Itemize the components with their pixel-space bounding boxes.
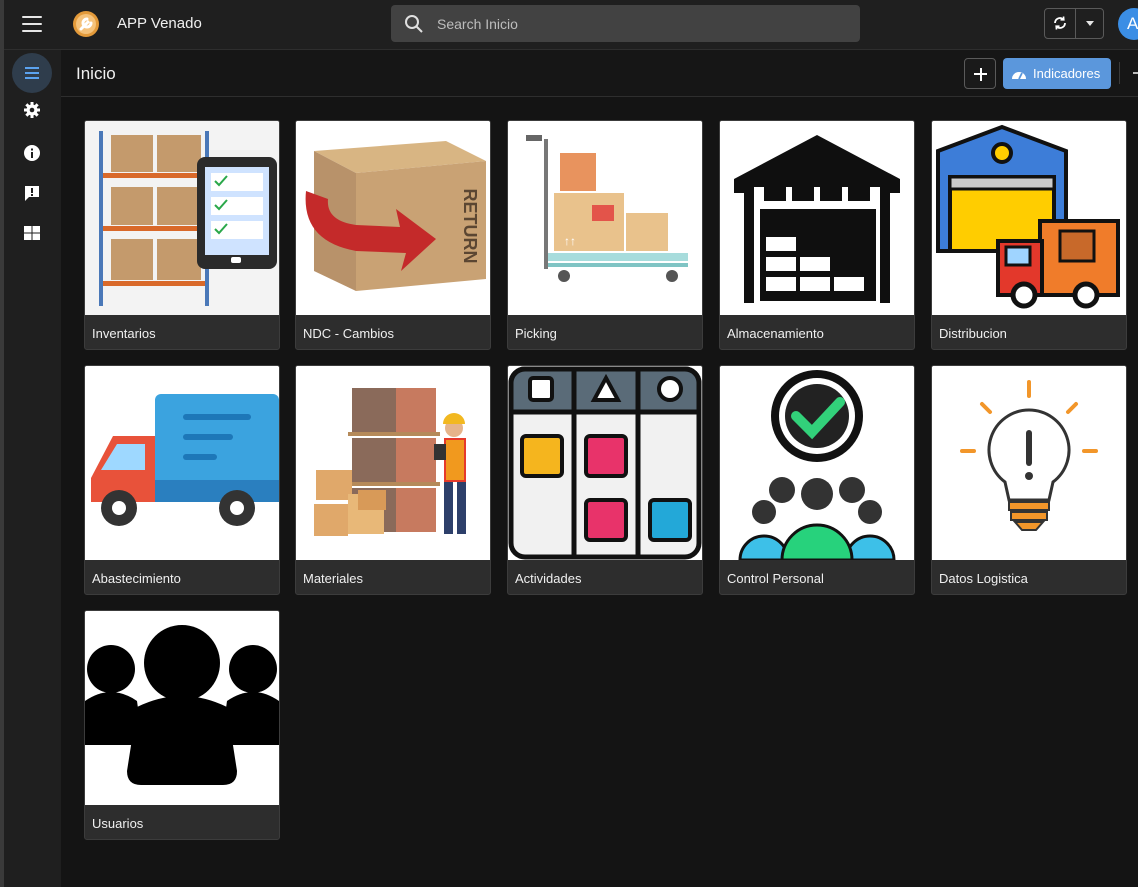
warehouse-truck-image: [932, 121, 1126, 315]
tile-actividades[interactable]: Actividades: [507, 365, 703, 595]
feedback-icon: [25, 186, 39, 201]
return-box-image: RETURN: [296, 121, 490, 315]
tile-usuarios[interactable]: Usuarios: [84, 610, 280, 840]
sync-button[interactable]: [1045, 9, 1076, 38]
user-avatar[interactable]: A: [1118, 8, 1138, 40]
tile-label: Picking: [515, 326, 557, 341]
sidebar-item-list[interactable]: [12, 53, 52, 93]
search-input[interactable]: [437, 5, 837, 42]
indicators-button[interactable]: Indicadores: [1003, 58, 1111, 89]
tile-almacenamiento[interactable]: Almacenamiento: [719, 120, 915, 350]
add-button[interactable]: [964, 58, 996, 89]
tile-abastecimiento[interactable]: Abastecimiento: [84, 365, 280, 595]
tile-inventarios[interactable]: Inventarios: [84, 120, 280, 350]
tile-picking[interactable]: ↑↑ Picking: [507, 120, 703, 350]
worker-boxes-image: [296, 366, 490, 560]
page-header: Inicio Indicadores: [61, 50, 1138, 97]
svg-text:↑↑: ↑↑: [564, 234, 576, 248]
tile-label: Actividades: [515, 571, 582, 586]
kanban-board-image: [508, 366, 702, 560]
tile-label: Abastecimiento: [92, 571, 181, 586]
tile-ndc-cambios[interactable]: RETURN NDC - Cambios: [295, 120, 491, 350]
app-title: APP Venado: [117, 15, 202, 32]
indicators-label: Indicadores: [1033, 66, 1101, 81]
gear-icon: [24, 102, 40, 118]
grid-icon: [24, 226, 40, 240]
inventory-shelf-tablet-image: [85, 121, 279, 315]
return-box-text: RETURN: [460, 189, 480, 264]
tile-distribucion[interactable]: Distribucion: [931, 120, 1127, 350]
tile-label: Almacenamiento: [727, 326, 824, 341]
top-app-bar: APP Venado A: [4, 0, 1138, 50]
lightbulb-image: [932, 366, 1126, 560]
search-icon: [405, 15, 423, 33]
sidebar-item-dashboard[interactable]: [12, 213, 52, 253]
tile-label: Inventarios: [92, 326, 156, 341]
app-logo-icon: [73, 11, 99, 37]
search-box[interactable]: [391, 5, 860, 42]
warehouse-image: [720, 121, 914, 315]
sidebar-item-info[interactable]: [12, 133, 52, 173]
cart-boxes-image: ↑↑: [508, 121, 702, 315]
tile-label: Materiales: [303, 571, 363, 586]
hamburger-menu-icon[interactable]: [22, 16, 42, 32]
info-icon: [24, 145, 40, 161]
toolbar-divider: [1119, 62, 1120, 84]
tile-materiales[interactable]: Materiales: [295, 365, 491, 595]
page-title: Inicio: [76, 64, 116, 83]
tile-control-personal[interactable]: Control Personal: [719, 365, 915, 595]
tile-datos-logistica[interactable]: Datos Logistica: [931, 365, 1127, 595]
tile-label: Usuarios: [92, 816, 144, 831]
sync-icon: [1054, 16, 1066, 30]
sync-button-group: [1044, 8, 1104, 39]
team-check-image: [720, 366, 914, 560]
sidebar: [4, 50, 61, 887]
tile-label: NDC - Cambios: [303, 326, 395, 341]
list-icon: [25, 67, 39, 79]
sidebar-item-settings[interactable]: [12, 90, 52, 130]
tile-label: Distribucion: [939, 326, 1007, 341]
gauge-icon: [1012, 72, 1026, 80]
users-group-image: [85, 611, 279, 805]
tile-label: Datos Logistica: [939, 571, 1028, 586]
more-options-icon[interactable]: [1133, 72, 1138, 74]
sidebar-item-feedback[interactable]: [12, 173, 52, 213]
truck-image: [85, 366, 279, 560]
sync-options-dropdown[interactable]: [1077, 9, 1104, 38]
tile-label: Control Personal: [727, 571, 824, 586]
